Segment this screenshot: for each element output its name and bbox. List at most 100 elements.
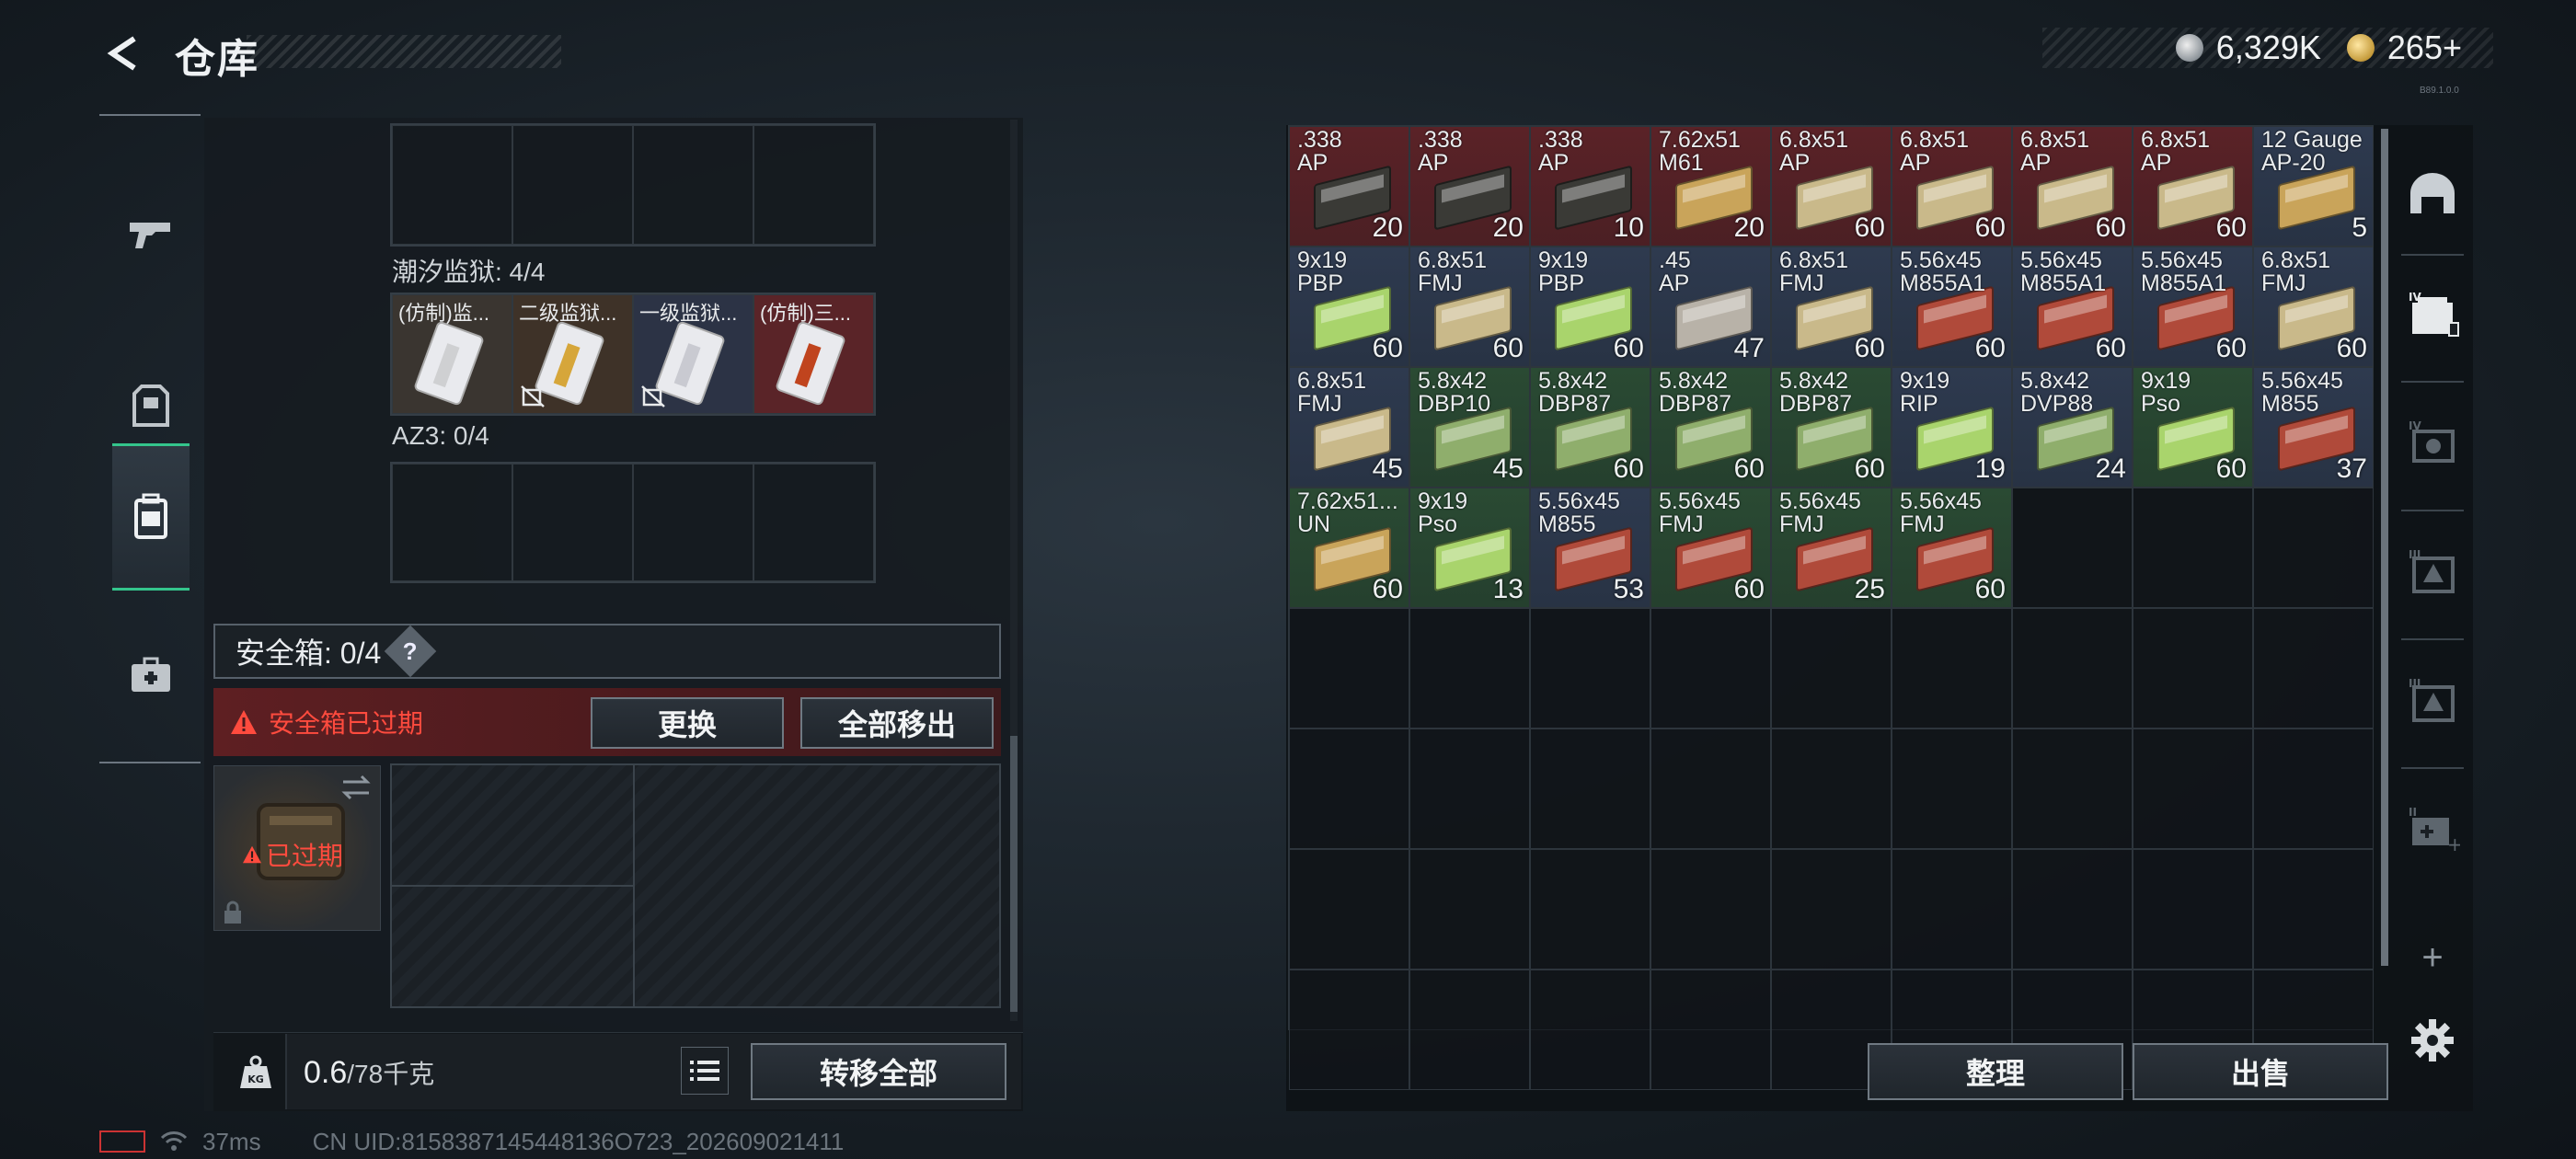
empty-stash-cell[interactable] bbox=[1771, 849, 1892, 970]
empty-stash-cell[interactable] bbox=[2012, 849, 2133, 970]
empty-stash-cell[interactable] bbox=[1650, 849, 1771, 970]
ammo-item[interactable]: 5.56x45 M855A1 60 bbox=[2012, 247, 2133, 367]
ammo-item[interactable]: 6.8x51 AP 60 bbox=[1892, 126, 2012, 247]
empty-stash-cell[interactable] bbox=[1650, 608, 1771, 729]
empty-stash-cell[interactable] bbox=[2133, 488, 2253, 608]
ammo-item[interactable]: 9x19 Pso 60 bbox=[2133, 367, 2253, 488]
ammo-item[interactable]: 9x19 PBP 60 bbox=[1530, 247, 1650, 367]
empty-stash-cell[interactable] bbox=[1409, 849, 1530, 970]
ammo-item[interactable]: .45 AP 47 bbox=[1650, 247, 1771, 367]
ammo-item[interactable]: 5.8x42 DBP87 60 bbox=[1650, 367, 1771, 488]
left-scrollbar-thumb[interactable] bbox=[1010, 736, 1018, 1012]
empty-stash-cell[interactable] bbox=[1530, 608, 1650, 729]
empty-stash-cell[interactable] bbox=[1289, 849, 1409, 970]
empty-slot[interactable] bbox=[392, 125, 512, 245]
prison-key-slot[interactable]: (仿制)监... bbox=[392, 294, 512, 414]
ammo-item[interactable]: 5.56x45 M855A1 60 bbox=[1892, 247, 2012, 367]
empty-slot[interactable] bbox=[753, 125, 874, 245]
ammo-item[interactable]: 6.8x51 FMJ 60 bbox=[1409, 247, 1530, 367]
ammo-item[interactable]: 9x19 RIP 19 bbox=[1892, 367, 2012, 488]
ammo-item[interactable]: .338 AP 10 bbox=[1530, 126, 1650, 247]
ammo-item[interactable]: 5.56x45 M855 37 bbox=[2253, 367, 2374, 488]
empty-stash-cell[interactable] bbox=[1892, 729, 2012, 849]
ammo-item[interactable]: 5.56x45 FMJ 60 bbox=[1892, 488, 2012, 608]
ammo-item[interactable]: 6.8x51 FMJ 45 bbox=[1289, 367, 1409, 488]
empty-stash-cell[interactable] bbox=[1530, 970, 1650, 1090]
empty-stash-cell[interactable] bbox=[1289, 729, 1409, 849]
sort-button[interactable]: 整理 bbox=[1868, 1043, 2123, 1100]
empty-stash-cell[interactable] bbox=[1650, 970, 1771, 1090]
ammo-item[interactable]: 5.56x45 M855 53 bbox=[1530, 488, 1650, 608]
ammo-item[interactable]: 9x19 PBP 60 bbox=[1289, 247, 1409, 367]
ammo-item[interactable]: 6.8x51 AP 60 bbox=[2133, 126, 2253, 247]
empty-stash-cell[interactable] bbox=[2253, 608, 2374, 729]
stash-scrollbar-thumb[interactable] bbox=[2381, 129, 2388, 966]
safe-case-item[interactable]: 已过期 bbox=[213, 765, 381, 931]
back-button[interactable] bbox=[99, 29, 147, 77]
ammo-item[interactable]: 5.8x42 DBP10 45 bbox=[1409, 367, 1530, 488]
empty-stash-cell[interactable] bbox=[1289, 970, 1409, 1090]
ammo-item[interactable]: 12 Gauge AP-20 5 bbox=[2253, 126, 2374, 247]
transfer-all-button[interactable]: 转移全部 bbox=[751, 1043, 1006, 1100]
swap-icon[interactable] bbox=[339, 774, 373, 801]
ammo-item[interactable]: 5.8x42 DVP88 24 bbox=[2012, 367, 2133, 488]
empty-slot[interactable] bbox=[753, 464, 874, 581]
empty-stash-cell[interactable] bbox=[1409, 970, 1530, 1090]
prison-key-slot[interactable]: 二级监狱... bbox=[512, 294, 633, 414]
ammo-item[interactable]: .338 AP 20 bbox=[1409, 126, 1530, 247]
list-view-button[interactable] bbox=[681, 1047, 729, 1095]
empty-stash-cell[interactable] bbox=[2012, 488, 2133, 608]
ammo-item[interactable]: 6.8x51 FMJ 60 bbox=[2253, 247, 2374, 367]
empty-slot[interactable] bbox=[633, 464, 753, 581]
stash-tab-iv-2[interactable]: IV bbox=[2399, 392, 2466, 493]
empty-stash-cell[interactable] bbox=[1409, 729, 1530, 849]
prison-key-slot[interactable]: (仿制)三... bbox=[753, 294, 874, 414]
ammo-item[interactable]: 5.8x42 DBP87 60 bbox=[1771, 367, 1892, 488]
empty-stash-cell[interactable] bbox=[2133, 608, 2253, 729]
ammo-item[interactable]: 6.8x51 AP 60 bbox=[2012, 126, 2133, 247]
empty-stash-cell[interactable] bbox=[1650, 729, 1771, 849]
empty-stash-cell[interactable] bbox=[2253, 488, 2374, 608]
ammo-item[interactable]: 5.8x42 DBP87 60 bbox=[1530, 367, 1650, 488]
empty-stash-cell[interactable] bbox=[1530, 729, 1650, 849]
empty-slot[interactable] bbox=[392, 464, 512, 581]
empty-stash-cell[interactable] bbox=[2012, 729, 2133, 849]
empty-stash-cell[interactable] bbox=[2133, 729, 2253, 849]
move-all-out-button[interactable]: 全部移出 bbox=[800, 697, 994, 749]
empty-stash-cell[interactable] bbox=[1530, 849, 1650, 970]
stash-tab-iii[interactable]: III bbox=[2399, 521, 2466, 622]
ammo-item[interactable]: 6.8x51 AP 60 bbox=[1771, 126, 1892, 247]
empty-stash-cell[interactable] bbox=[1409, 608, 1530, 729]
ammo-item[interactable]: 5.56x45 M855A1 60 bbox=[2133, 247, 2253, 367]
ammo-item[interactable]: 5.56x45 FMJ 60 bbox=[1650, 488, 1771, 608]
ammo-item[interactable]: 6.8x51 FMJ 60 bbox=[1771, 247, 1892, 367]
empty-slot[interactable] bbox=[512, 125, 633, 245]
ammo-item[interactable]: 5.56x45 FMJ 25 bbox=[1771, 488, 1892, 608]
empty-stash-cell[interactable] bbox=[2012, 608, 2133, 729]
settings-button[interactable] bbox=[2399, 990, 2466, 1091]
empty-stash-cell[interactable] bbox=[1771, 608, 1892, 729]
empty-slot[interactable] bbox=[633, 125, 753, 245]
ammo-item[interactable]: 9x19 Pso 13 bbox=[1409, 488, 1530, 608]
ammo-item[interactable]: .338 AP 20 bbox=[1289, 126, 1409, 247]
empty-stash-cell[interactable] bbox=[2133, 849, 2253, 970]
stash-tab-iv[interactable]: IV bbox=[2399, 263, 2466, 364]
prison-key-slot[interactable]: 一级监狱... bbox=[633, 294, 753, 414]
replace-button[interactable]: 更换 bbox=[591, 697, 784, 749]
stash-tab-helmet[interactable] bbox=[2399, 143, 2466, 245]
ammo-item[interactable]: 7.62x51 M61 20 bbox=[1650, 126, 1771, 247]
empty-stash-cell[interactable] bbox=[2253, 729, 2374, 849]
empty-stash-cell[interactable] bbox=[1892, 608, 2012, 729]
nav-weapons[interactable] bbox=[112, 160, 190, 307]
nav-backpack[interactable] bbox=[112, 443, 190, 591]
gold-amount[interactable]: 265+ bbox=[2387, 29, 2462, 67]
sell-button[interactable]: 出售 bbox=[2133, 1043, 2388, 1100]
ammo-item[interactable]: 7.62x51... UN 60 bbox=[1289, 488, 1409, 608]
stash-tab-iii-2[interactable]: III bbox=[2399, 649, 2466, 751]
stash-tab-ii[interactable]: II + bbox=[2399, 778, 2466, 879]
empty-stash-cell[interactable] bbox=[1892, 849, 2012, 970]
empty-stash-cell[interactable] bbox=[1771, 729, 1892, 849]
help-icon[interactable]: ? bbox=[384, 625, 437, 678]
empty-stash-cell[interactable] bbox=[2253, 849, 2374, 970]
nav-medical[interactable] bbox=[112, 602, 190, 749]
